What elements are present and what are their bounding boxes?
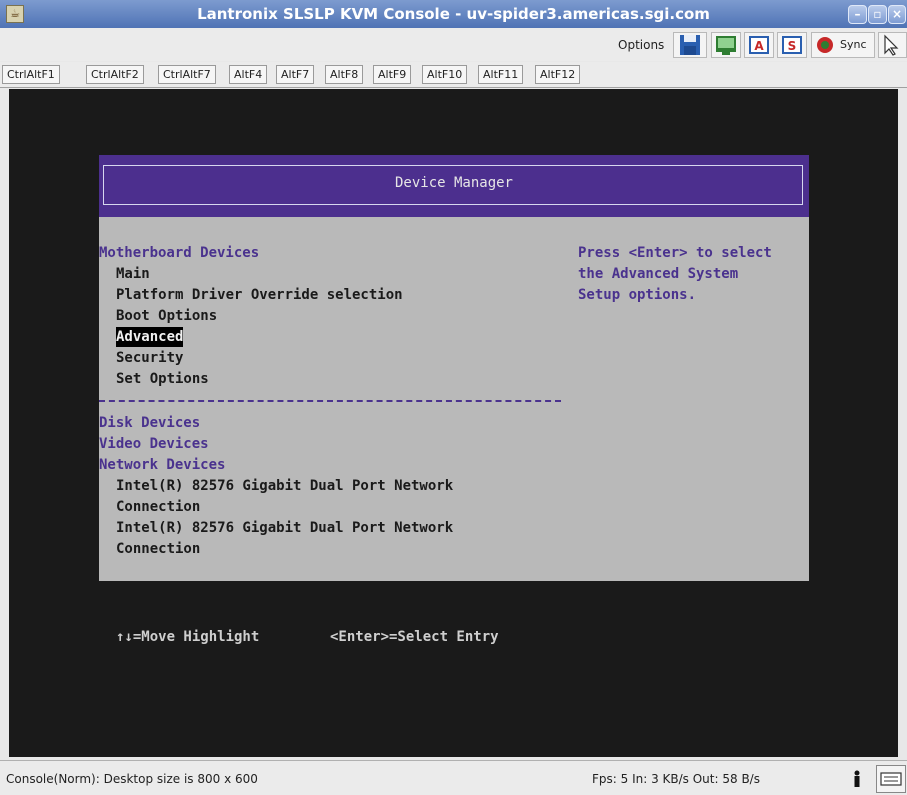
sync-icon <box>817 37 833 53</box>
options-toolbar: Options A S Sync <box>0 28 907 61</box>
hotkey-ctrlaltf2[interactable]: CtrlAltF2 <box>86 65 144 84</box>
remote-console-screen[interactable]: Device Manager Motherboard Devices Main … <box>9 89 898 757</box>
svg-text:S: S <box>788 39 797 53</box>
section-motherboard-devices[interactable]: Motherboard Devices <box>99 243 259 263</box>
save-icon[interactable] <box>673 32 707 58</box>
help-text-line-3: Setup options. <box>578 287 697 303</box>
hotkey-altf11[interactable]: AltF11 <box>478 65 524 84</box>
hotkey-altf10[interactable]: AltF10 <box>422 65 468 84</box>
menu-item-main[interactable]: Main <box>116 264 150 284</box>
keyboard-icon[interactable] <box>876 765 906 793</box>
footer-select-hint: <Enter>=Select Entry <box>330 629 499 645</box>
status-desktop-size: Console(Norm): Desktop size is 800 x 600 <box>6 772 258 786</box>
menu-item-advanced[interactable]: Advanced <box>116 327 184 347</box>
hotkey-bar: CtrlAltF1 CtrlAltF2 CtrlAltF7 AltF4 AltF… <box>0 62 907 88</box>
window-title: Lantronix SLSLP KVM Console - uv-spider3… <box>197 5 710 23</box>
hotkey-altf12[interactable]: AltF12 <box>535 65 581 84</box>
menu-item-boot-options[interactable]: Boot Options <box>116 306 217 326</box>
section-divider <box>99 400 561 402</box>
network-device-2[interactable]: Intel(R) 82576 Gigabit Dual Port Network <box>116 518 453 538</box>
hotkey-ctrlaltf7[interactable]: CtrlAltF7 <box>158 65 216 84</box>
sync-button[interactable]: Sync <box>811 32 875 58</box>
device-manager-panel: Motherboard Devices Main Platform Driver… <box>99 217 809 581</box>
auto-adjust-icon[interactable]: A <box>744 32 774 58</box>
network-device-1-cont[interactable]: Connection <box>116 497 200 517</box>
menu-item-platform-driver-override[interactable]: Platform Driver Override selection <box>116 285 403 305</box>
menu-item-set-options[interactable]: Set Options <box>116 369 209 389</box>
sync-label: Sync <box>840 38 867 51</box>
maximize-icon[interactable]: ▫ <box>868 5 887 24</box>
monitor-icon[interactable] <box>711 32 741 58</box>
device-manager-header: Device Manager <box>99 155 809 217</box>
hotkey-altf8[interactable]: AltF8 <box>325 65 364 84</box>
minimize-icon[interactable]: – <box>848 5 867 24</box>
hotkey-ctrlaltf1[interactable]: CtrlAltF1 <box>2 65 60 84</box>
scale-icon[interactable]: S <box>777 32 807 58</box>
status-throughput: Fps: 5 In: 3 KB/s Out: 58 B/s <box>592 772 760 786</box>
user-icon <box>853 770 861 788</box>
hotkey-altf9[interactable]: AltF9 <box>373 65 412 84</box>
section-network-devices[interactable]: Network Devices <box>99 455 225 475</box>
help-text-line-1: Press <Enter> to select <box>578 245 772 261</box>
footer-move-hint: ↑↓=Move Highlight <box>116 629 260 645</box>
menu-item-security[interactable]: Security <box>116 348 183 368</box>
help-text-line-2: the Advanced System <box>578 266 739 282</box>
status-bar: Console(Norm): Desktop size is 800 x 600… <box>0 760 907 795</box>
svg-text:A: A <box>754 39 764 53</box>
device-manager-title: Device Manager <box>394 175 513 191</box>
window-title-bar: ☕ Lantronix SLSLP KVM Console - uv-spide… <box>0 0 907 28</box>
section-video-devices[interactable]: Video Devices <box>99 434 209 454</box>
close-icon[interactable]: × <box>888 5 906 24</box>
network-device-2-cont[interactable]: Connection <box>116 539 200 559</box>
pointer-icon[interactable] <box>878 32 907 58</box>
hotkey-altf7[interactable]: AltF7 <box>276 65 315 84</box>
hotkey-altf4[interactable]: AltF4 <box>229 65 268 84</box>
network-device-1[interactable]: Intel(R) 82576 Gigabit Dual Port Network <box>116 476 453 496</box>
section-disk-devices[interactable]: Disk Devices <box>99 413 200 433</box>
options-label[interactable]: Options <box>618 38 664 52</box>
